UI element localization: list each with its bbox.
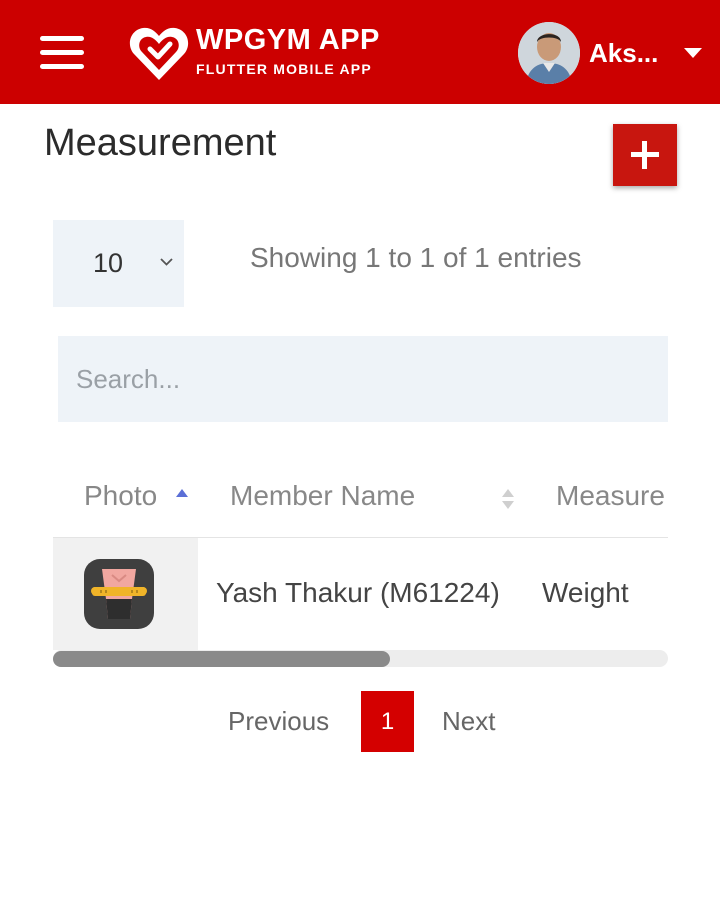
pagination-next[interactable]: Next (442, 706, 495, 737)
hamburger-menu-icon[interactable] (40, 36, 84, 70)
measurement-table: Photo Member Name Measure Yash Thakur (M… (53, 450, 668, 650)
sort-icon[interactable] (501, 486, 515, 512)
sort-ascending-icon[interactable] (175, 488, 189, 498)
table-row[interactable]: Yash Thakur (M61224) Weight (53, 537, 668, 650)
caret-down-icon[interactable] (683, 47, 703, 59)
pagination-previous[interactable]: Previous (228, 706, 329, 737)
brand-subtitle: FLUTTER MOBILE APP (196, 61, 372, 77)
user-name[interactable]: Aks... (589, 38, 658, 69)
measuring-tape-waist-icon (84, 559, 154, 629)
page-length-value: 10 (93, 248, 124, 278)
user-photo-icon (518, 22, 580, 84)
photo-cell (53, 538, 198, 650)
user-avatar[interactable] (518, 22, 580, 84)
column-header-member-name[interactable]: Member Name (230, 480, 415, 512)
entries-info: Showing 1 to 1 of 1 entries (250, 242, 582, 273)
brand-title: WPGYM APP (196, 24, 380, 56)
search-input[interactable] (58, 336, 668, 422)
wpgym-logo-icon (129, 27, 189, 80)
column-header-photo[interactable]: Photo (84, 480, 157, 512)
member-name-cell: Yash Thakur (M61224) (216, 577, 500, 608)
pagination-current-page[interactable]: 1 (361, 691, 414, 752)
measurement-cell: Weight (542, 577, 629, 608)
add-measurement-button[interactable] (613, 124, 677, 186)
scrollbar-thumb[interactable] (53, 651, 390, 667)
app-header: WPGYM APP FLUTTER MOBILE APP Aks... (0, 0, 720, 104)
page-title: Measurement (44, 122, 277, 164)
chevron-down-icon (160, 258, 173, 266)
page-length-select[interactable]: 10 (53, 220, 184, 307)
column-header-measurement[interactable]: Measure (556, 480, 665, 512)
